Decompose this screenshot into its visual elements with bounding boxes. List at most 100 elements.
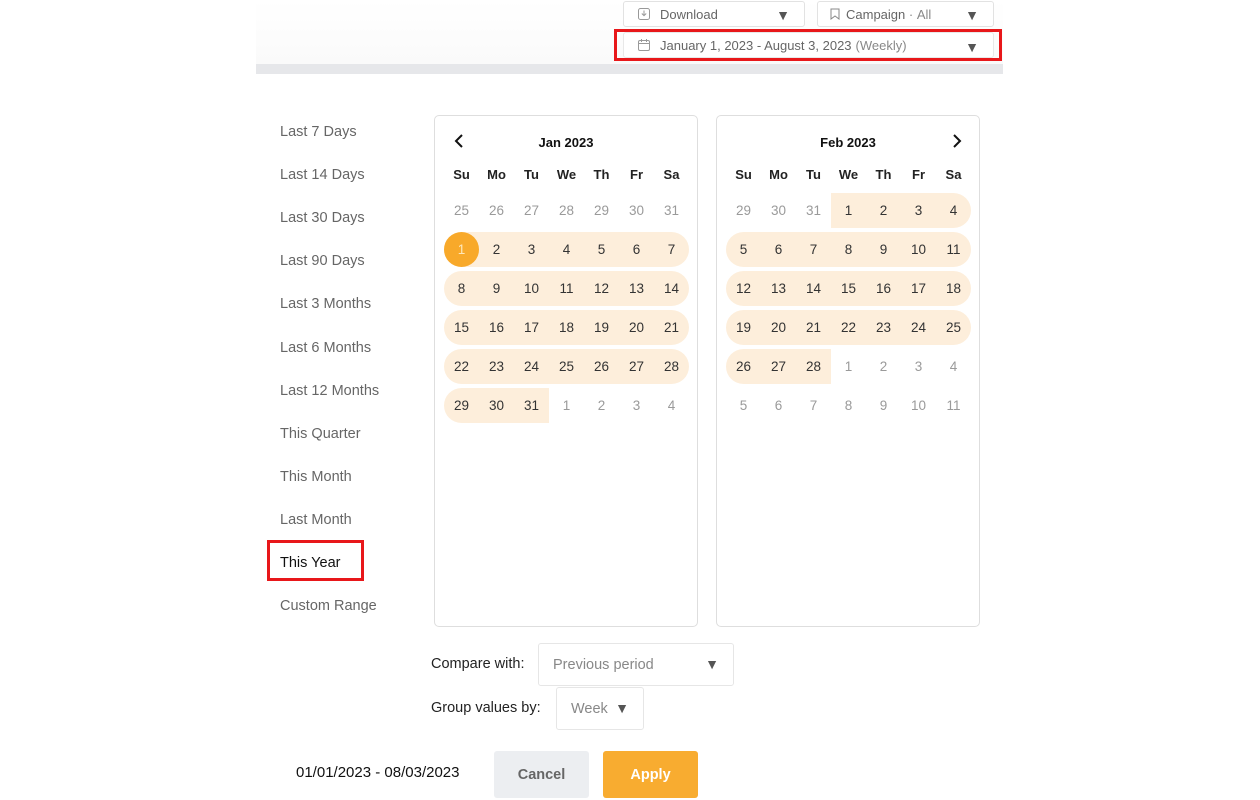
day-cell[interactable]: 13 xyxy=(761,271,796,306)
day-cell[interactable]: 7 xyxy=(796,232,831,267)
day-cell[interactable]: 17 xyxy=(901,271,936,306)
preset-last-month[interactable]: Last Month xyxy=(280,512,352,528)
day-cell[interactable]: 11 xyxy=(549,271,584,306)
day-cell[interactable]: 11 xyxy=(936,232,971,267)
day-cell-outside[interactable]: 31 xyxy=(654,193,689,228)
preset-last-12-months[interactable]: Last 12 Months xyxy=(280,383,379,399)
preset-this-year[interactable]: This Year xyxy=(280,555,340,571)
day-cell[interactable]: 21 xyxy=(654,310,689,345)
day-cell[interactable]: 20 xyxy=(761,310,796,345)
day-cell-outside[interactable]: 6 xyxy=(761,388,796,423)
day-cell[interactable]: 28 xyxy=(654,349,689,384)
day-cell[interactable]: 10 xyxy=(514,271,549,306)
day-cell[interactable]: 23 xyxy=(479,349,514,384)
preset-custom-range[interactable]: Custom Range xyxy=(280,598,377,614)
day-cell[interactable]: 19 xyxy=(726,310,761,345)
day-cell[interactable]: 2 xyxy=(866,193,901,228)
day-cell[interactable]: 15 xyxy=(444,310,479,345)
day-cell[interactable]: 24 xyxy=(514,349,549,384)
day-cell[interactable]: 3 xyxy=(901,193,936,228)
day-cell-outside[interactable]: 8 xyxy=(831,388,866,423)
preset-this-month[interactable]: This Month xyxy=(280,469,352,485)
day-cell-outside[interactable]: 11 xyxy=(936,388,971,423)
day-cell-outside[interactable]: 9 xyxy=(866,388,901,423)
day-cell[interactable]: 1 xyxy=(831,193,866,228)
day-cell-outside[interactable]: 4 xyxy=(936,349,971,384)
day-cell[interactable]: 16 xyxy=(866,271,901,306)
day-cell[interactable]: 8 xyxy=(831,232,866,267)
day-cell[interactable]: 4 xyxy=(549,232,584,267)
day-cell-outside[interactable]: 2 xyxy=(866,349,901,384)
day-cell[interactable]: 2 xyxy=(479,232,514,267)
day-cell-outside[interactable]: 25 xyxy=(444,193,479,228)
day-cell[interactable]: 25 xyxy=(936,310,971,345)
day-cell[interactable]: 9 xyxy=(866,232,901,267)
day-cell[interactable]: 12 xyxy=(584,271,619,306)
preset-last-7-days[interactable]: Last 7 Days xyxy=(280,124,357,140)
day-cell[interactable]: 31 xyxy=(514,388,549,423)
day-cell[interactable]: 4 xyxy=(936,193,971,228)
day-cell-outside[interactable]: 30 xyxy=(619,193,654,228)
day-cell[interactable]: 27 xyxy=(619,349,654,384)
day-cell[interactable]: 25 xyxy=(549,349,584,384)
day-cell-outside[interactable]: 28 xyxy=(549,193,584,228)
day-cell[interactable]: 16 xyxy=(479,310,514,345)
day-cell[interactable]: 14 xyxy=(796,271,831,306)
day-cell[interactable]: 5 xyxy=(726,232,761,267)
cancel-button[interactable]: Cancel xyxy=(494,751,589,798)
day-cell[interactable]: 24 xyxy=(901,310,936,345)
day-cell[interactable]: 21 xyxy=(796,310,831,345)
day-cell-outside[interactable]: 26 xyxy=(479,193,514,228)
day-cell[interactable]: 10 xyxy=(901,232,936,267)
day-cell-outside[interactable]: 29 xyxy=(726,193,761,228)
day-cell[interactable]: 30 xyxy=(479,388,514,423)
date-range-select[interactable]: January 1, 2023 - August 3, 2023 (Weekly… xyxy=(623,32,994,58)
day-cell-outside[interactable]: 1 xyxy=(831,349,866,384)
day-cell-outside[interactable]: 30 xyxy=(761,193,796,228)
day-cell[interactable]: 7 xyxy=(654,232,689,267)
preset-last-14-days[interactable]: Last 14 Days xyxy=(280,167,365,183)
preset-last-90-days[interactable]: Last 90 Days xyxy=(280,253,365,269)
day-cell[interactable]: 18 xyxy=(936,271,971,306)
preset-last-6-months[interactable]: Last 6 Months xyxy=(280,340,371,356)
apply-button[interactable]: Apply xyxy=(603,751,698,798)
day-cell[interactable]: 19 xyxy=(584,310,619,345)
day-cell[interactable]: 8 xyxy=(444,271,479,306)
day-cell[interactable]: 20 xyxy=(619,310,654,345)
day-cell-outside[interactable]: 7 xyxy=(796,388,831,423)
day-cell-outside[interactable]: 3 xyxy=(901,349,936,384)
day-cell[interactable]: 22 xyxy=(444,349,479,384)
preset-last-30-days[interactable]: Last 30 Days xyxy=(280,210,365,226)
day-cell[interactable]: 6 xyxy=(761,232,796,267)
day-cell[interactable]: 27 xyxy=(761,349,796,384)
day-cell[interactable]: 26 xyxy=(584,349,619,384)
preset-this-quarter[interactable]: This Quarter xyxy=(280,426,361,442)
day-cell[interactable]: 17 xyxy=(514,310,549,345)
day-cell-outside[interactable]: 1 xyxy=(549,388,584,423)
day-cell-outside[interactable]: 10 xyxy=(901,388,936,423)
day-cell-outside[interactable]: 2 xyxy=(584,388,619,423)
day-cell[interactable]: 15 xyxy=(831,271,866,306)
campaign-select[interactable]: Campaign · All ▼ xyxy=(817,1,994,27)
day-cell[interactable]: 5 xyxy=(584,232,619,267)
day-cell-outside[interactable]: 31 xyxy=(796,193,831,228)
day-cell-range-start[interactable]: 1 xyxy=(444,232,479,267)
day-cell[interactable]: 18 xyxy=(549,310,584,345)
day-cell-outside[interactable]: 29 xyxy=(584,193,619,228)
day-cell-outside[interactable]: 3 xyxy=(619,388,654,423)
preset-last-3-months[interactable]: Last 3 Months xyxy=(280,296,371,312)
day-cell-outside[interactable]: 4 xyxy=(654,388,689,423)
day-cell[interactable]: 26 xyxy=(726,349,761,384)
download-select[interactable]: Download ▼ xyxy=(623,1,805,27)
day-cell[interactable]: 23 xyxy=(866,310,901,345)
day-cell-outside[interactable]: 27 xyxy=(514,193,549,228)
day-cell[interactable]: 6 xyxy=(619,232,654,267)
day-cell[interactable]: 22 xyxy=(831,310,866,345)
compare-select[interactable]: Previous period ▼ xyxy=(538,643,734,686)
day-cell-outside[interactable]: 5 xyxy=(726,388,761,423)
day-cell[interactable]: 9 xyxy=(479,271,514,306)
day-cell[interactable]: 14 xyxy=(654,271,689,306)
day-cell[interactable]: 3 xyxy=(514,232,549,267)
day-cell[interactable]: 29 xyxy=(444,388,479,423)
day-cell[interactable]: 28 xyxy=(796,349,831,384)
